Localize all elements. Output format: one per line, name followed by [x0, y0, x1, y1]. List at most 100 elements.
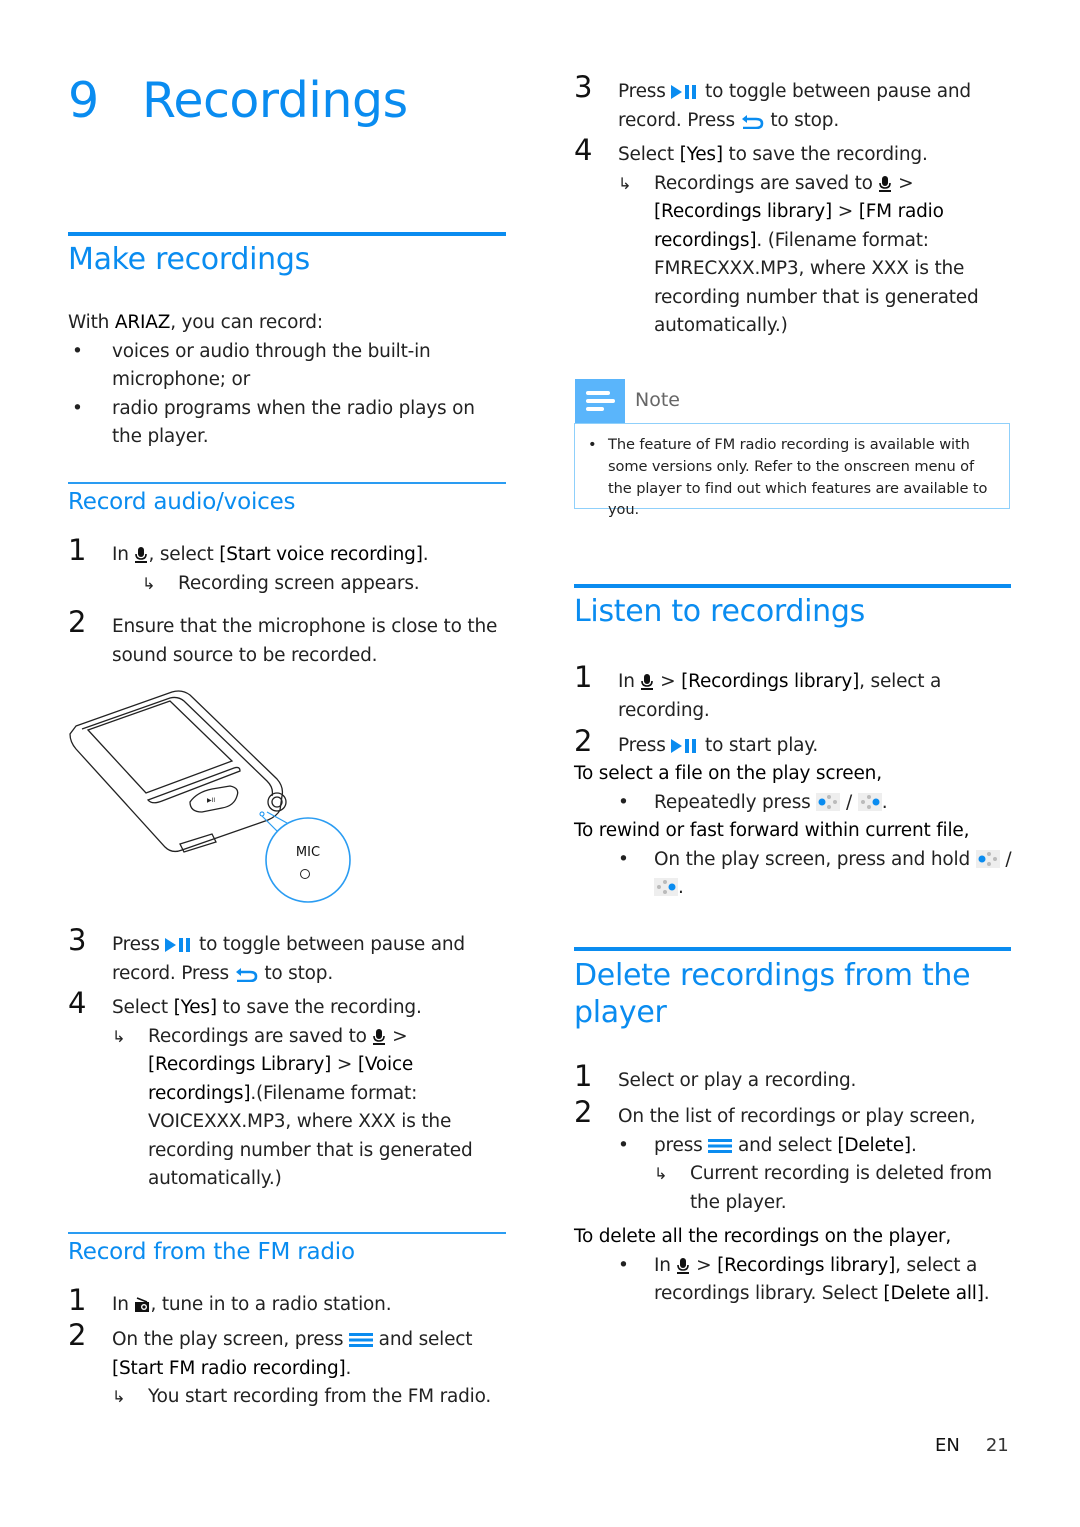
note-label: Note: [635, 389, 680, 411]
step-result: ↳ Current recording is deleted from the p…: [654, 1160, 1014, 1217]
section-rule: [574, 584, 1011, 588]
play-pause-icon: [671, 738, 699, 754]
text: .: [345, 1357, 352, 1379]
language-code: EN: [935, 1435, 960, 1456]
step-number: 1: [574, 1059, 593, 1093]
text: .: [881, 791, 888, 813]
text: , select: [148, 544, 220, 565]
text: Recordings are saved to: [148, 1025, 373, 1047]
step-number: 1: [68, 533, 87, 567]
text: Select: [112, 997, 174, 1018]
step-text: In , tune in to a radio station.: [112, 1291, 508, 1320]
text: >: [832, 201, 859, 222]
select-heading: To select a file on the play screen,: [574, 763, 882, 784]
step-2: 2 Press to start play.: [574, 727, 1014, 761]
text: >: [331, 1054, 358, 1075]
step-text: Press to start play.: [618, 732, 1014, 761]
menu-option: [Recordings Library]: [148, 1054, 332, 1075]
previous-icon: [976, 850, 1000, 868]
note-text: • The feature of FM radio recording is av…: [588, 434, 1000, 521]
note-icon: [575, 379, 625, 423]
step-number: 2: [68, 605, 87, 639]
step-1: 1 Select or play a recording.: [574, 1062, 1014, 1096]
section-title-make-recordings: Make recordings: [68, 242, 310, 277]
step-text: Press to toggle between pause and record…: [112, 931, 508, 988]
text: to stop.: [258, 962, 334, 984]
intro-text: With ARIAZ, you can record: • voices or a…: [68, 309, 508, 452]
subsection-title-record-fm: Record from the FM radio: [68, 1239, 355, 1265]
result-text: Current recording is deleted from the pl…: [690, 1163, 992, 1213]
text: to save the recording.: [722, 144, 928, 165]
step-2: 2 Ensure that the microphone is close to…: [68, 608, 508, 670]
step-number: 4: [68, 986, 87, 1020]
microphone-icon: [134, 547, 148, 563]
text: Select: [618, 144, 680, 165]
text: .: [910, 1134, 917, 1156]
step-number: 3: [574, 70, 593, 104]
step-number: 2: [574, 1095, 593, 1129]
text: .: [422, 544, 429, 565]
menu-option: [Start FM radio recording]: [112, 1357, 346, 1379]
result-text: You start recording from the FM radio.: [148, 1386, 492, 1407]
result-text: Recording screen appears.: [178, 572, 420, 594]
menu-option: [Delete all]: [883, 1283, 984, 1304]
step-result: ↳ Recording screen appears.: [142, 570, 508, 599]
text: /: [999, 848, 1012, 870]
text: .: [983, 1283, 990, 1304]
step-1: 1 In > [Recordings library], select a re…: [574, 663, 1014, 725]
chapter-name: Recordings: [142, 72, 408, 129]
mic-callout-label: MIC: [296, 845, 320, 860]
step-number: 2: [68, 1318, 87, 1352]
step-result: ↳ You start recording from the FM radio.: [112, 1383, 508, 1412]
result-arrow-icon: ↳: [618, 173, 632, 193]
list-item: • In > [Recordings library], select a rec…: [618, 1254, 990, 1305]
menu-option: [Start voice recording]: [219, 544, 423, 565]
text: /: [840, 791, 858, 813]
section-rule: [68, 232, 506, 236]
text: On the play screen, press: [112, 1329, 349, 1350]
step-number: 1: [574, 660, 593, 694]
menu-option: [Recordings library]: [717, 1254, 896, 1276]
microphone-icon: [372, 1029, 386, 1045]
chapter-number: 9: [68, 72, 99, 129]
subsection-rule: [68, 1232, 506, 1234]
text: In: [112, 1294, 135, 1315]
step-4: 4 Select [Yes] to save the recording. ↳ R…: [574, 136, 1014, 341]
back-icon: [741, 113, 765, 129]
text: to stop.: [764, 109, 840, 131]
microphone-icon: [640, 674, 654, 690]
list-item-text: voices or audio through the built-in mic…: [112, 340, 431, 391]
previous-icon: [816, 793, 840, 811]
subsection-title-record-audio: Record audio/voices: [68, 489, 296, 515]
menu-option: [Recordings library]: [681, 671, 860, 692]
section-title-delete: Delete recordings from the player: [574, 958, 971, 1030]
text: Repeatedly press: [654, 791, 817, 813]
list-item: • radio programs when the radio plays on …: [72, 397, 475, 448]
text: Press: [112, 934, 166, 955]
list-item: • Repeatedly press / .: [618, 791, 888, 813]
text: On the list of recordings or play screen…: [618, 1106, 976, 1127]
step-number: 4: [574, 133, 593, 167]
menu-option: [Yes]: [679, 144, 724, 165]
step-2: 2 On the play screen, press and select […: [68, 1321, 508, 1412]
menu-option: [Delete]: [837, 1134, 911, 1156]
section-rule: [574, 947, 1011, 951]
menu-option: [Yes]: [173, 997, 218, 1018]
step-4: 4 Select [Yes] to save the recording. ↳ R…: [68, 989, 508, 1194]
text: Press: [618, 81, 672, 102]
step-3: 3 Press to toggle between pause and reco…: [68, 926, 508, 988]
svg-text:▶II: ▶II: [207, 797, 215, 804]
intro-prefix: With: [68, 312, 115, 333]
step-text: Select [Yes] to save the recording. ↳ Rec…: [112, 994, 508, 1194]
step-result: ↳ Recordings are saved to > [Recordings l…: [618, 170, 1014, 341]
text: and select: [732, 1134, 838, 1156]
menu-option: [Recordings library]: [654, 201, 833, 222]
step-text: Press to toggle between pause and record…: [618, 78, 1014, 135]
result-arrow-icon: ↳: [654, 1164, 668, 1183]
play-pause-icon: [671, 84, 699, 100]
product-name: ARIAZ: [114, 312, 171, 333]
list-item: • The feature of FM radio recording is av…: [588, 436, 988, 519]
play-pause-icon: [165, 937, 193, 953]
next-icon: [654, 878, 678, 896]
text: On the play screen, press and hold: [654, 848, 976, 870]
